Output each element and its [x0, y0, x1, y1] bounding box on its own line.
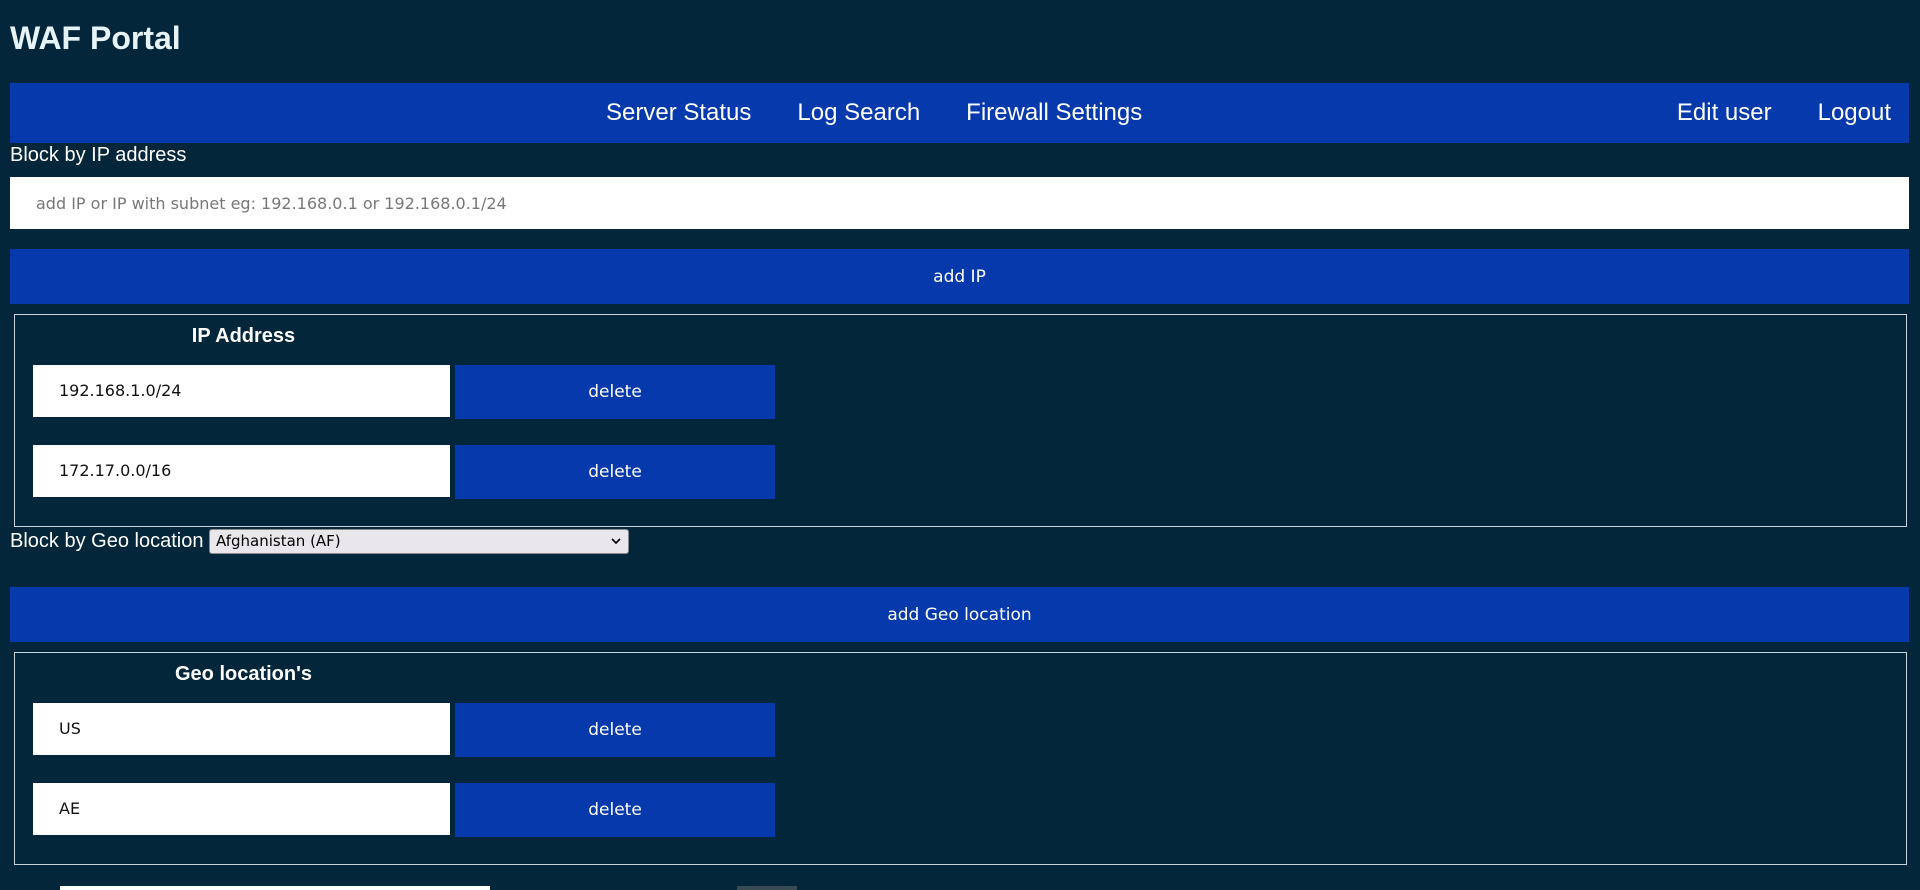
ip-address-list-panel: IP Address 192.168.1.0/24 delete 172.17.… [14, 314, 1907, 527]
add-ip-button[interactable]: add IP [10, 249, 1909, 304]
ip-entry-value: 192.168.1.0/24 [33, 365, 450, 417]
cut-off-button-edge [737, 886, 797, 890]
cut-off-input-edge [60, 886, 490, 890]
delete-ip-button[interactable]: delete [455, 365, 775, 419]
geo-location-select[interactable]: Afghanistan (AF) [209, 529, 629, 554]
top-navbar: Server Status Log Search Firewall Settin… [10, 83, 1909, 143]
chevron-down-icon [611, 538, 621, 545]
geo-entry-value: US [33, 703, 450, 755]
ip-block-label: Block by IP address [10, 144, 187, 166]
delete-geo-button[interactable]: delete [455, 703, 775, 757]
geo-block-label: Block by Geo location [10, 530, 204, 552]
geo-location-table-header: Geo location's [174, 663, 312, 685]
nav-link-firewall-settings[interactable]: Firewall Settings [966, 99, 1142, 127]
app-title: WAF Portal [10, 20, 181, 56]
geo-location-list-panel: Geo location's US delete AE delete [14, 652, 1907, 865]
geo-location-selected-value: Afghanistan (AF) [216, 532, 341, 550]
nav-link-server-status[interactable]: Server Status [606, 99, 751, 127]
nav-center-group: Server Status Log Search Firewall Settin… [583, 83, 1165, 143]
geo-entry-value: AE [33, 783, 450, 835]
nav-link-logout[interactable]: Logout [1818, 99, 1891, 127]
nav-link-log-search[interactable]: Log Search [797, 99, 920, 127]
nav-right-group: Edit user Logout [1654, 83, 1891, 143]
delete-geo-button[interactable]: delete [455, 783, 775, 837]
ip-address-input[interactable] [10, 177, 1909, 229]
ip-entry-value: 172.17.0.0/16 [33, 445, 450, 497]
ip-address-table-header: IP Address [191, 325, 296, 347]
nav-link-edit-user[interactable]: Edit user [1677, 99, 1772, 127]
delete-ip-button[interactable]: delete [455, 445, 775, 499]
add-geo-location-button[interactable]: add Geo location [10, 587, 1909, 642]
